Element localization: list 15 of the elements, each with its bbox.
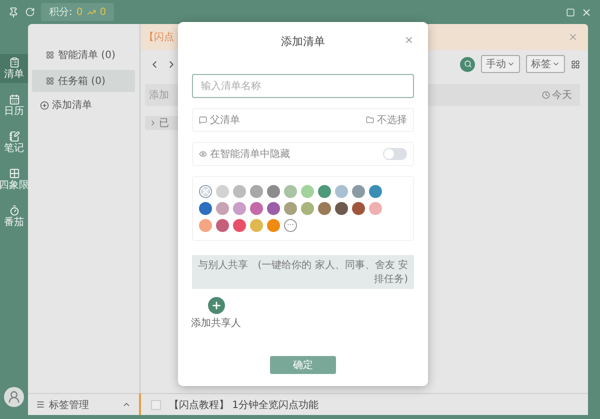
share-hint: (一键给你的 家人、同事、舍友 安排任务)	[256, 258, 408, 286]
rail-label: 笔记	[4, 143, 24, 154]
points-value: 0	[76, 6, 83, 18]
rail-label: 番茄	[4, 217, 24, 228]
points-label: 积分:	[49, 6, 72, 19]
rail-label: 四象限	[0, 180, 29, 191]
trend-value: 0	[100, 6, 106, 18]
rail-label: 清单	[4, 69, 24, 80]
add-person-label: 添加共享人	[191, 316, 241, 330]
share-label: 与别人共享	[198, 258, 248, 273]
banner-text: 【闪点	[144, 30, 174, 44]
hide-label: 在智能清单中隐藏	[199, 147, 290, 161]
rail-label: 日历	[4, 106, 24, 117]
parent-list-label: 父清单	[199, 113, 240, 127]
dialog-title: 添加清单	[281, 34, 325, 48]
